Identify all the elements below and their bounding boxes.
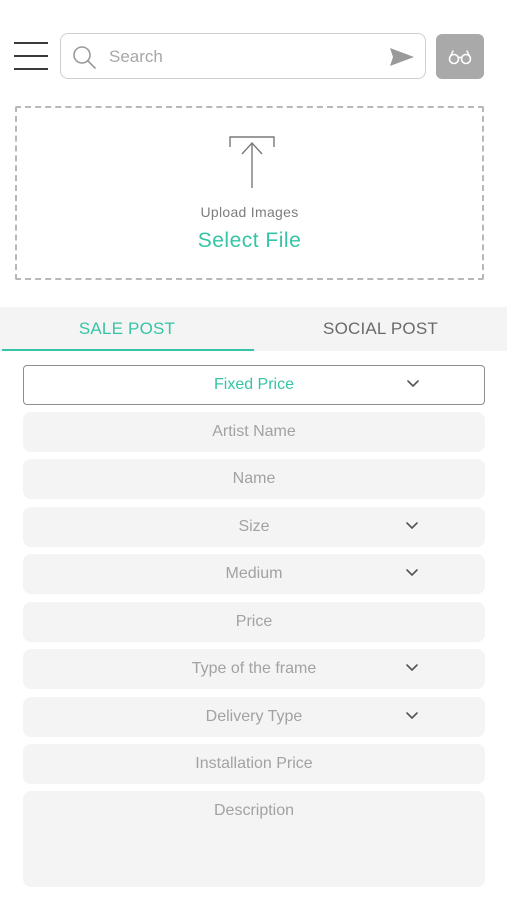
select-file-link[interactable]: Select File	[17, 229, 482, 253]
artist-name-field[interactable]: Artist Name	[23, 412, 485, 452]
medium-select[interactable]: Medium	[23, 554, 485, 594]
active-tab-indicator	[2, 349, 254, 351]
price-placeholder: Price	[235, 613, 273, 630]
price-type-select[interactable]: Fixed Price	[23, 365, 485, 405]
installation-price-placeholder: Installation Price	[195, 755, 313, 772]
post-type-tabs: SALE POST SOCIAL POST	[0, 307, 507, 351]
send-icon[interactable]	[389, 46, 415, 68]
search-bar	[60, 33, 426, 79]
installation-price-field[interactable]: Installation Price	[23, 744, 485, 784]
name-field[interactable]: Name	[23, 459, 485, 499]
chevron-down-icon	[406, 664, 418, 671]
search-icon	[73, 46, 96, 69]
chevron-down-icon	[407, 380, 419, 387]
upload-icon	[229, 136, 275, 188]
upload-label: Upload Images	[200, 204, 299, 220]
description-textarea[interactable]: Description	[23, 791, 485, 887]
description-placeholder: Description	[213, 802, 295, 819]
frame-type-select[interactable]: Type of the frame	[23, 649, 485, 689]
upload-dropzone[interactable]: Upload Images Select File	[15, 106, 484, 280]
delivery-type-select[interactable]: Delivery Type	[23, 697, 485, 737]
tab-sale-post[interactable]: SALE POST	[0, 307, 254, 351]
chevron-down-icon	[406, 522, 418, 529]
size-select[interactable]: Size	[23, 507, 485, 547]
glasses-button[interactable]	[436, 34, 484, 79]
name-placeholder: Name	[232, 470, 276, 487]
price-field[interactable]: Price	[23, 602, 485, 642]
search-input[interactable]	[107, 42, 381, 72]
menu-icon[interactable]	[14, 42, 48, 72]
chevron-down-icon	[406, 712, 418, 719]
chevron-down-icon	[406, 569, 418, 576]
tab-social-post[interactable]: SOCIAL POST	[254, 307, 507, 351]
glasses-icon	[448, 49, 472, 64]
artist-name-placeholder: Artist Name	[212, 423, 296, 440]
